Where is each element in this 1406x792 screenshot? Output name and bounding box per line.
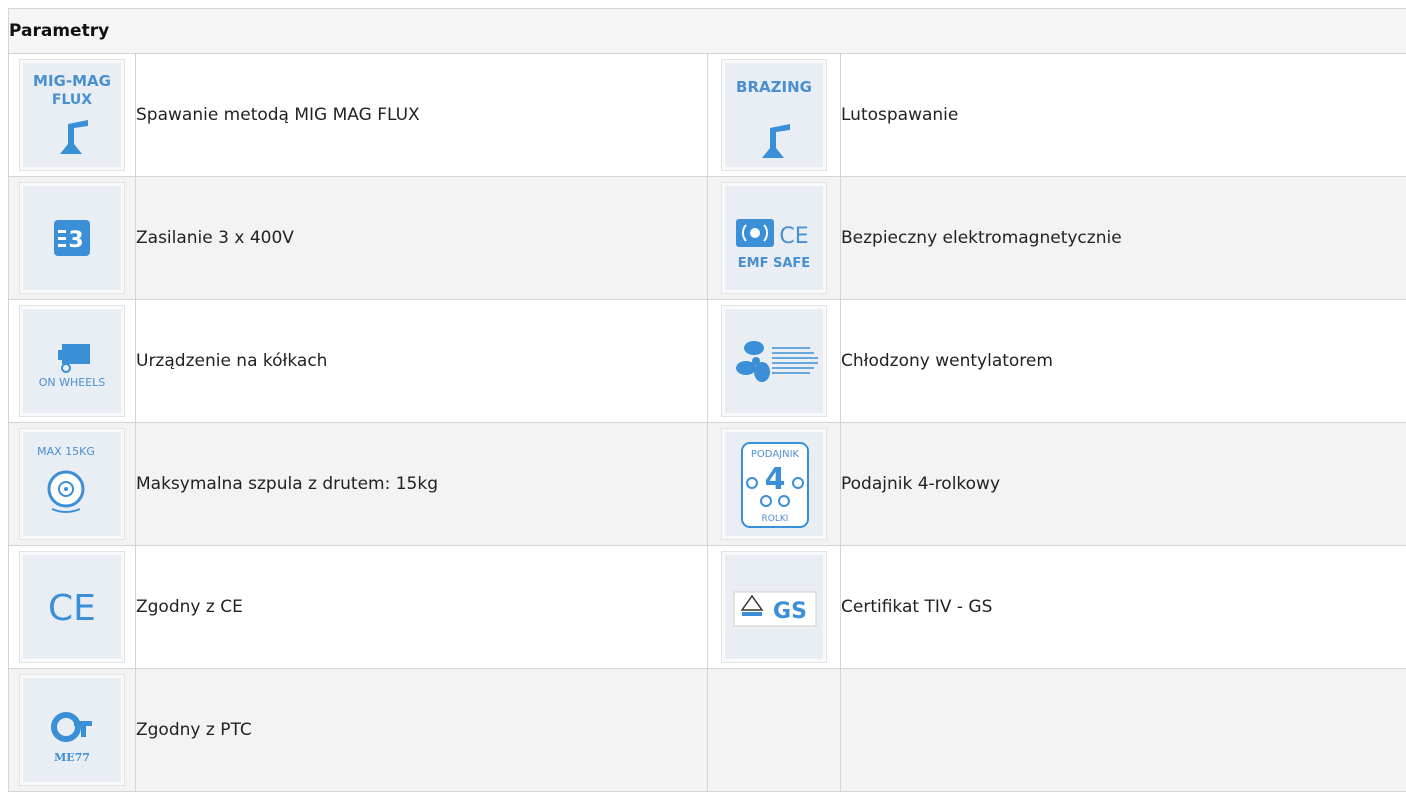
parameter-label: Lutospawanie [841,54,1406,177]
table-header: Parametry [9,9,1406,54]
table-row: MIG-MAG FLUX Spawanie metodą MIG MAG FLU… [9,54,1406,177]
fan-cooling-icon [721,305,827,417]
icon-text: 4 [765,462,786,497]
parameter-label: Zasilanie 3 x 400V [136,177,708,300]
parameter-label: Spawanie metodą MIG MAG FLUX [136,54,708,177]
empty-cell [841,669,1406,792]
tuv-gs-icon: GS [721,551,827,663]
table-row: ON WHEELS Urządzenie na kółkach [9,300,1406,423]
icon-text: BRAZING [736,78,812,96]
table-row: CE Zgodny z CE GS Certifikat TIV - GS [9,546,1406,669]
parameter-label: Urządzenie na kółkach [136,300,708,423]
parameter-label: Podajnik 4-rolkowy [841,423,1406,546]
parameter-label: Chłodzony wentylatorem [841,300,1406,423]
pct-mark-icon: ME77 [19,674,125,786]
icon-text: ON WHEELS [39,376,106,389]
icon-text: EMF SAFE [738,256,810,271]
icon-text: MIG-MAG [33,72,111,90]
mig-mag-flux-icon: MIG-MAG FLUX [19,59,125,171]
parameter-label: Maksymalna szpula z drutem: 15kg [136,423,708,546]
icon-text: FLUX [52,92,92,108]
icon-text: CE [779,224,808,249]
table-row: 3 Zasilanie 3 x 400V CE EMF SAFE [9,177,1406,300]
three-phase-plug-icon: 3 [19,182,125,294]
parameter-label: Certifikat TIV - GS [841,546,1406,669]
four-roll-feeder-icon: PODAJNIK 4 ROLKI [721,428,827,540]
icon-text: MAX 15KG [37,445,95,458]
empty-cell [708,669,841,792]
parameter-label: Zgodny z CE [136,546,708,669]
icon-text: 3 [68,228,83,253]
parameters-table: Parametry MIG-MAG FLUX Spawanie metodą M… [8,8,1406,792]
icon-text: ME77 [54,751,90,764]
wire-spool-icon: MAX 15KG [19,428,125,540]
icon-text: CE [48,588,96,629]
brazing-icon: BRAZING [721,59,827,171]
table-row: MAX 15KG Maksymalna szpula z drutem: 15k… [9,423,1406,546]
icon-text: PODAJNIK [751,449,800,460]
icon-text: GS [773,599,807,624]
ce-mark-icon: CE [19,551,125,663]
emf-safe-icon: CE EMF SAFE [721,182,827,294]
parameter-label: Bezpieczny elektromagnetycznie [841,177,1406,300]
parameter-label: Zgodny z PTC [136,669,708,792]
table-row: ME77 Zgodny z PTC [9,669,1406,792]
icon-text: ROLKI [762,514,789,524]
on-wheels-icon: ON WHEELS [19,305,125,417]
